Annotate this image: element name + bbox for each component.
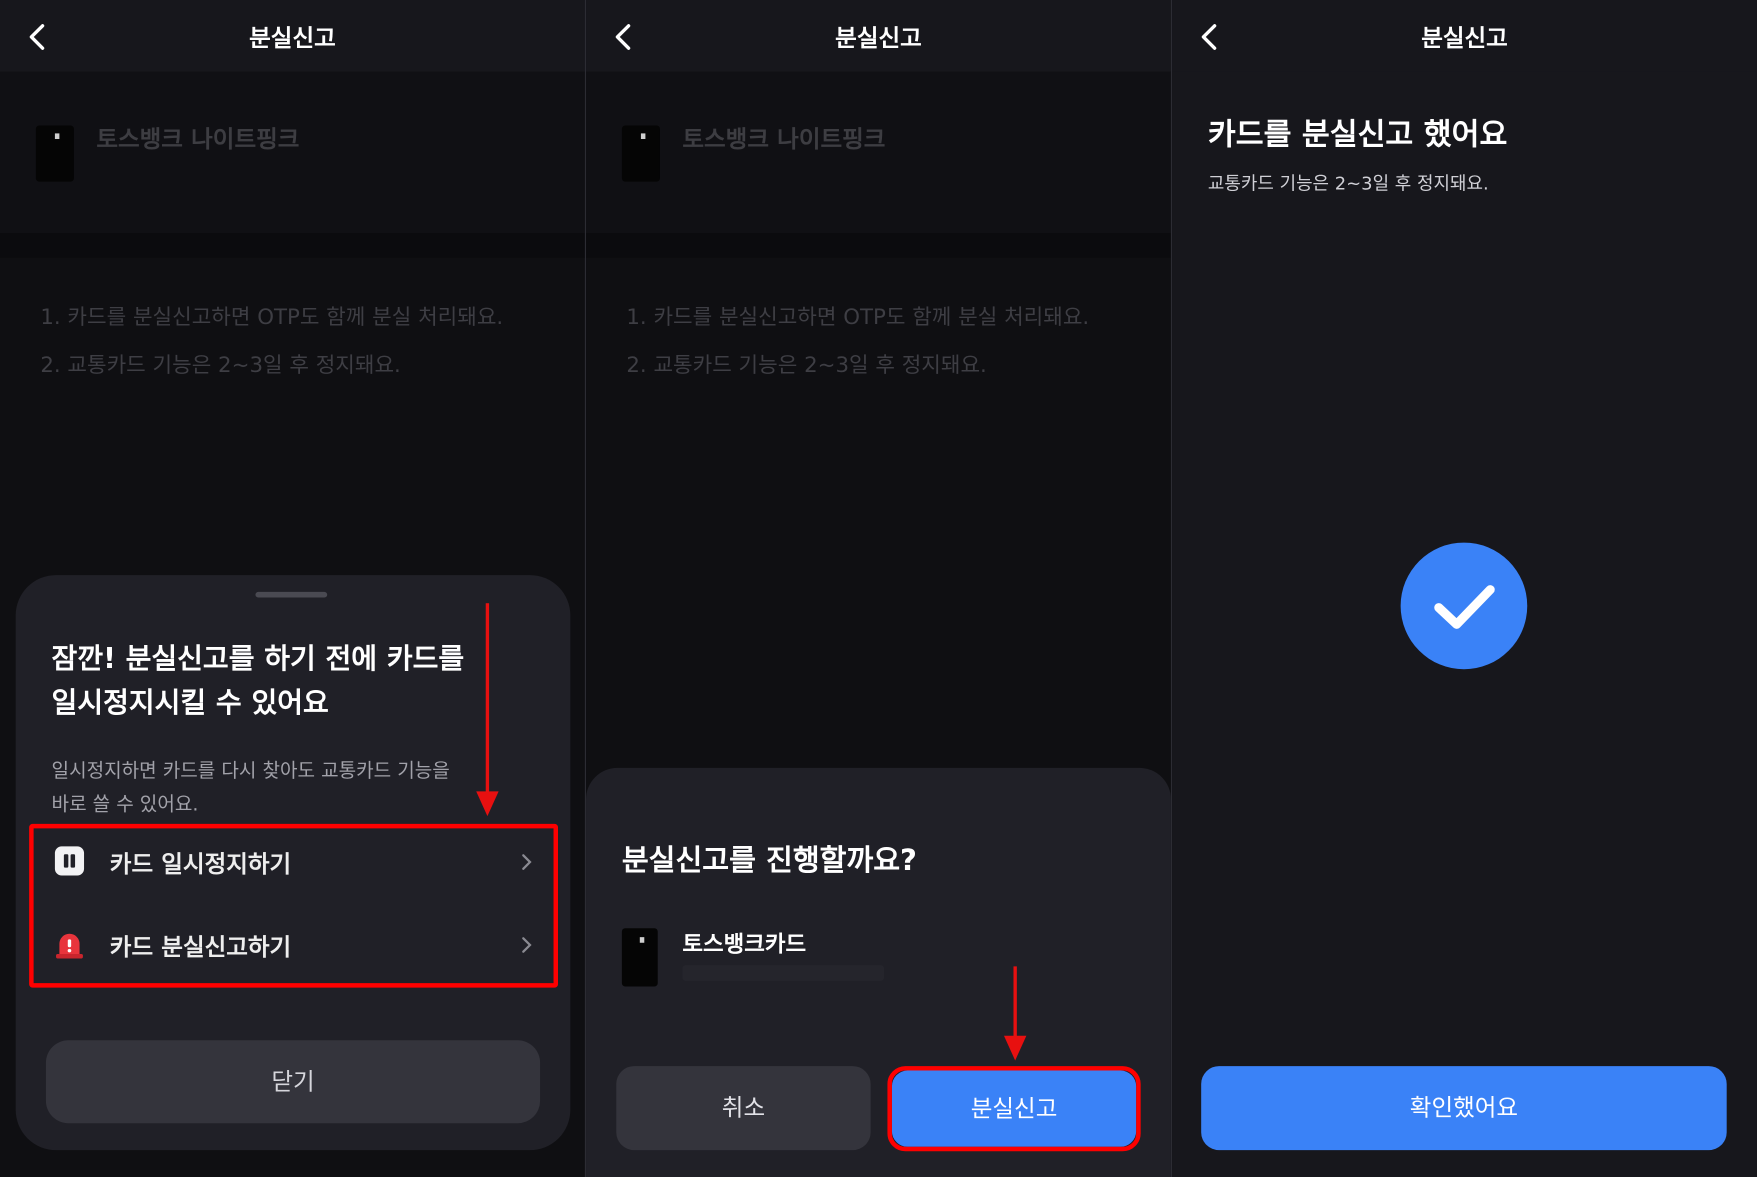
sheet-title: 잠깐! 분실신고를 하기 전에 카드를 일시정지시킬 수 있어요 (52, 637, 545, 724)
highlight-box (29, 823, 559, 988)
card-thumbnail (35, 125, 74, 182)
notice-item: 1. 카드를 분실신고하면 OTP도 함께 분실 처리돼요. (40, 304, 504, 330)
card-thumbnail (621, 125, 660, 182)
screenshot-frame: 분실신고 토스뱅크 나이트핑크 1. 카드를 분실신고하면 OTP도 함께 분실… (0, 0, 1757, 1177)
cancel-button[interactable]: 취소 (616, 1066, 871, 1151)
page-title: 분실신고 (1421, 24, 1508, 52)
panel-confirm-dialog: 분실신고 토스뱅크 나이트핑크 1. 카드를 분실신고하면 OTP도 함께 분실… (586, 0, 1171, 1177)
page-title: 분실신고 (249, 24, 336, 52)
top-bar: 분실신고 (1172, 0, 1757, 72)
section-divider (0, 233, 585, 258)
check-circle-icon (1400, 542, 1528, 670)
card-name: 토스뱅크 나이트핑크 (96, 125, 300, 153)
sheet-title-line: 일시정지시킬 수 있어요 (51, 686, 329, 719)
notice-item: 1. 카드를 분실신고하면 OTP도 함께 분실 처리돼요. (626, 304, 1090, 330)
confirm-dialog-sheet: 분실신고를 진행할까요? 토스뱅크카드 취소 분실신고 (586, 767, 1171, 1177)
sheet-title-line: 잠깐! 분실신고를 하기 전에 카드를 (51, 642, 465, 675)
card-thumbnail (621, 928, 658, 987)
panel-report-complete: 분실신고 카드를 분실신고 했어요 교통카드 기능은 2~3일 후 정지돼요. … (1172, 0, 1757, 1177)
sheet-description: 일시정지하면 카드를 다시 찾아도 교통카드 기능을 바로 쓸 수 있어요. (52, 754, 545, 821)
top-bar: 분실신고 (586, 0, 1171, 72)
result-headline: 카드를 분실신고 했어요 (1207, 117, 1508, 153)
sheet-description-line: 바로 쓸 수 있어요. (51, 793, 199, 817)
notice-list: 1. 카드를 분실신고하면 OTP도 함께 분실 처리돼요. 2. 교통카드 기… (626, 294, 1089, 390)
close-button[interactable]: 닫기 (45, 1040, 541, 1124)
highlight-box (887, 1066, 1141, 1152)
top-bar: 분실신고 (0, 0, 585, 72)
notice-list: 1. 카드를 분실신고하면 OTP도 함께 분실 처리돼요. 2. 교통카드 기… (40, 294, 503, 390)
acknowledge-button[interactable]: 확인했어요 (1201, 1066, 1727, 1151)
card-name: 토스뱅크 나이트핑크 (682, 125, 886, 153)
notice-item: 2. 교통카드 기능은 2~3일 후 정지돼요. (626, 353, 987, 378)
annotation-arrow-icon (1003, 966, 1027, 1061)
card-name: 토스뱅크카드 (682, 930, 807, 958)
section-divider (586, 233, 1171, 258)
annotation-arrow-icon (476, 603, 499, 817)
page-title: 분실신고 (835, 24, 922, 52)
notice-item: 2. 교통카드 기능은 2~3일 후 정지돼요. (40, 353, 401, 378)
card-number-placeholder (682, 965, 885, 981)
sheet-description-line: 일시정지하면 카드를 다시 찾아도 교통카드 기능을 (51, 760, 450, 783)
drag-handle[interactable] (255, 591, 328, 598)
panel-pause-suggestion: 분실신고 토스뱅크 나이트핑크 1. 카드를 분실신고하면 OTP도 함께 분실… (0, 0, 585, 1177)
dialog-title: 분실신고를 진행할까요? (621, 844, 917, 878)
three-step-stage: 분실신고 토스뱅크 나이트핑크 1. 카드를 분실신고하면 OTP도 함께 분실… (0, 0, 1757, 1177)
result-subtext: 교통카드 기능은 2~3일 후 정지돼요. (1207, 172, 1489, 194)
